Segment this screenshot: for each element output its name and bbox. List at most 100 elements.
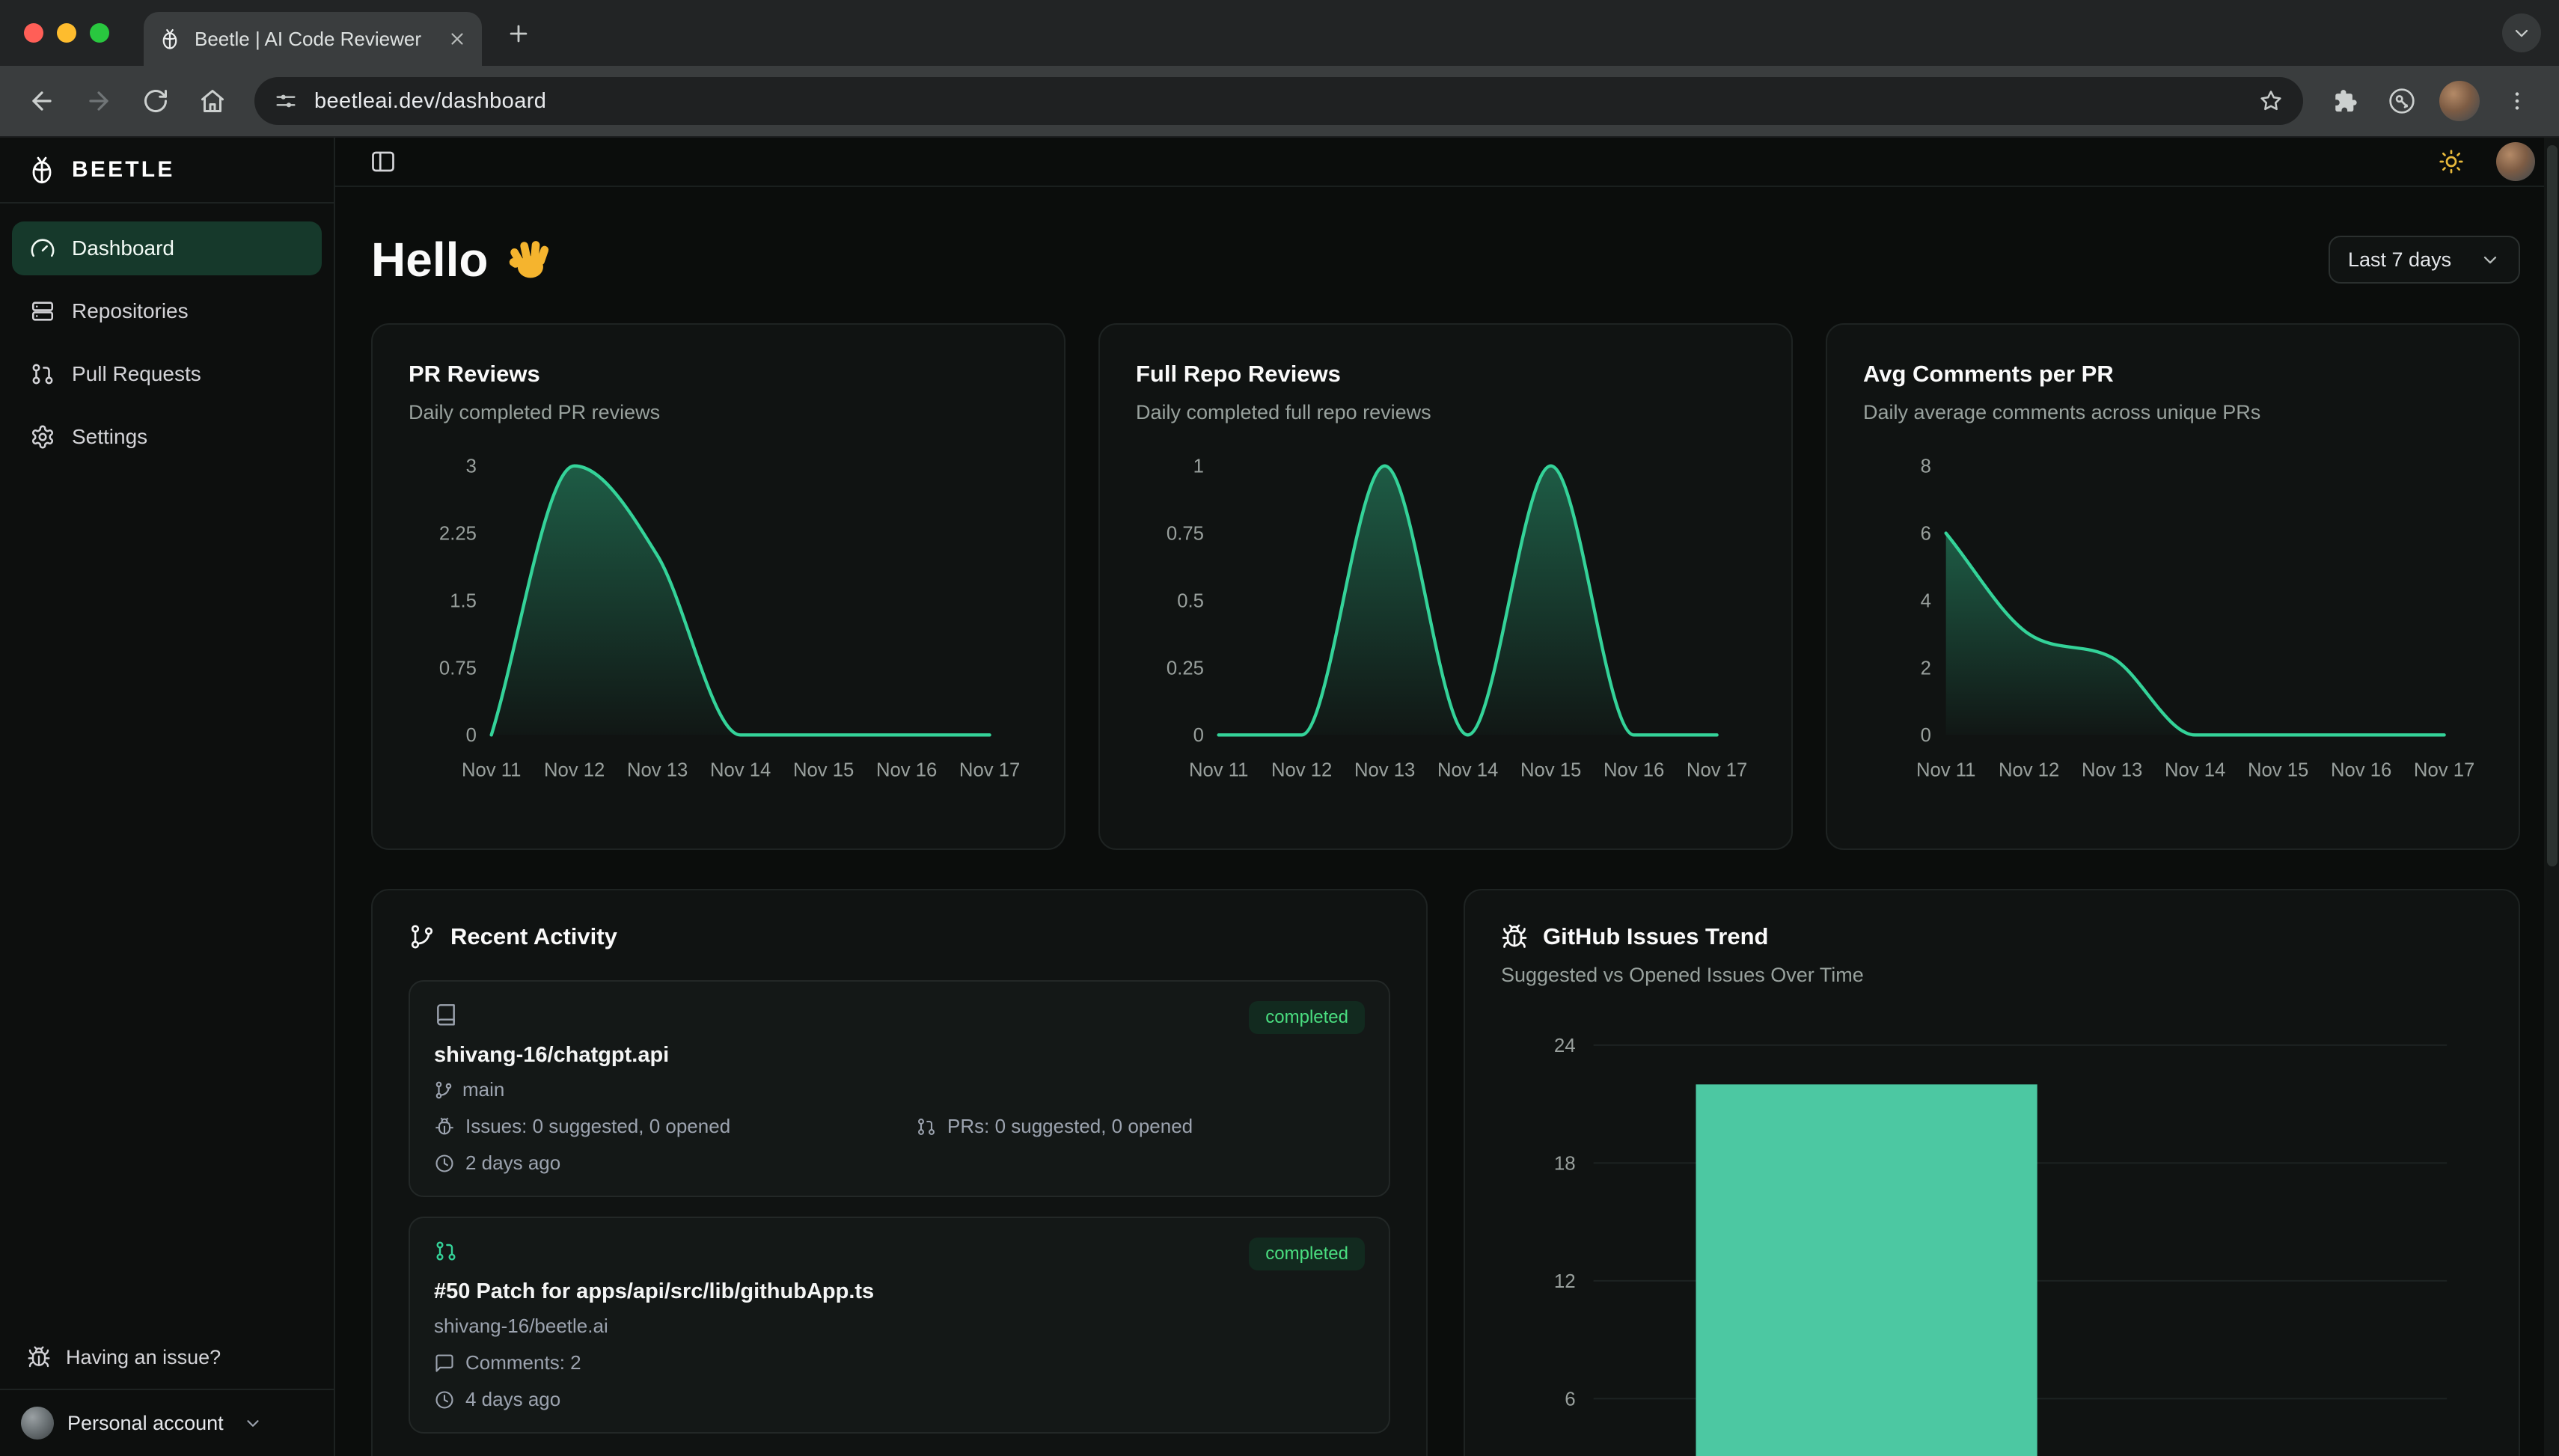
- card-subtitle: Daily average comments across unique PRs: [1863, 401, 2483, 424]
- avg-comments-chart: 02468Nov 11Nov 12Nov 13Nov 14Nov 15Nov 1…: [1863, 445, 2483, 788]
- beetle-favicon-icon: [159, 28, 181, 50]
- browser-profile-avatar[interactable]: [2439, 81, 2480, 121]
- svg-text:Nov 16: Nov 16: [876, 760, 937, 781]
- window-controls: [24, 23, 109, 43]
- account-label: Personal account: [67, 1412, 224, 1435]
- browser-tab[interactable]: Beetle | AI Code Reviewer: [144, 12, 482, 66]
- minimize-window-button[interactable]: [57, 23, 76, 43]
- git-branch-icon: [409, 923, 435, 950]
- sidebar-item-repositories[interactable]: Repositories: [12, 284, 322, 338]
- clock-icon: [434, 1389, 455, 1410]
- svg-text:1: 1: [1193, 456, 1204, 477]
- tab-search-chevron-icon[interactable]: [2502, 13, 2541, 52]
- gauge-icon: [30, 236, 55, 261]
- gear-icon: [30, 424, 55, 450]
- svg-text:Nov 12: Nov 12: [1271, 760, 1332, 781]
- repo-name: shivang-16/beetle.ai: [434, 1315, 608, 1338]
- svg-text:0.25: 0.25: [1167, 658, 1204, 679]
- tab-title: Beetle | AI Code Reviewer: [195, 28, 434, 51]
- svg-text:Nov 17: Nov 17: [959, 760, 1020, 781]
- scrollbar[interactable]: [2544, 138, 2559, 1456]
- new-tab-button[interactable]: [506, 21, 531, 46]
- svg-text:2.25: 2.25: [439, 523, 477, 544]
- sidebar-toggle-icon[interactable]: [359, 138, 407, 186]
- close-window-button[interactable]: [24, 23, 43, 43]
- svg-text:Nov 15: Nov 15: [793, 760, 854, 781]
- repositories-icon: [30, 299, 55, 324]
- pull-request-icon: [434, 1239, 458, 1263]
- pull-request-icon: [30, 361, 55, 387]
- timestamp: 4 days ago: [465, 1388, 560, 1411]
- svg-text:4: 4: [1921, 590, 1931, 611]
- svg-text:24: 24: [1554, 1036, 1576, 1056]
- svg-text:Nov 13: Nov 13: [2082, 760, 2142, 781]
- password-manager-icon[interactable]: [2375, 74, 2429, 128]
- card-title: GitHub Issues Trend: [1543, 923, 1768, 950]
- activity-item-repo[interactable]: completed shivang-16/chatgpt.api main: [409, 980, 1390, 1197]
- theme-toggle-sun-icon[interactable]: [2427, 138, 2475, 186]
- sidebar-item-pull-requests[interactable]: Pull Requests: [12, 347, 322, 401]
- card-subtitle: Daily completed PR reviews: [409, 401, 1028, 424]
- site-info-icon[interactable]: [274, 89, 298, 113]
- pr-reviews-card: PR Reviews Daily completed PR reviews 00…: [371, 323, 1066, 850]
- browser-menu-icon[interactable]: [2490, 74, 2544, 128]
- url-bar[interactable]: beetleai.dev/dashboard: [254, 77, 2303, 125]
- timestamp: 2 days ago: [465, 1151, 560, 1175]
- chevron-down-icon: [243, 1413, 263, 1433]
- avg-comments-card: Avg Comments per PR Daily average commen…: [1826, 323, 2520, 850]
- back-icon[interactable]: [15, 74, 69, 128]
- card-title: Full Repo Reviews: [1136, 361, 1755, 388]
- svg-text:2: 2: [1921, 658, 1931, 679]
- card-subtitle: Daily completed full repo reviews: [1136, 401, 1755, 424]
- date-range-select[interactable]: Last 7 days: [2329, 236, 2520, 284]
- svg-text:6: 6: [1565, 1389, 1575, 1410]
- activity-item-pr[interactable]: completed #50 Patch for apps/api/src/lib…: [409, 1217, 1390, 1434]
- user-avatar[interactable]: [2496, 142, 2535, 181]
- clock-icon: [434, 1153, 455, 1174]
- extensions-icon[interactable]: [2318, 74, 2372, 128]
- forward-icon[interactable]: [72, 74, 126, 128]
- issues-icon: [434, 1116, 455, 1137]
- svg-text:8: 8: [1921, 456, 1931, 477]
- pr-reviews-chart: 00.751.52.253Nov 11Nov 12Nov 13Nov 14Nov…: [409, 445, 1028, 788]
- recent-activity-card: Recent Activity completed shivang-16/cha…: [371, 889, 1428, 1456]
- url-text: beetleai.dev/dashboard: [314, 89, 546, 114]
- bug-icon: [1501, 923, 1528, 950]
- nav-label: Repositories: [72, 299, 189, 323]
- svg-text:Nov 11: Nov 11: [1916, 760, 1975, 781]
- comments-icon: [434, 1353, 455, 1374]
- svg-text:Nov 15: Nov 15: [2248, 760, 2308, 781]
- activity-title: #50 Patch for apps/api/src/lib/githubApp…: [434, 1279, 1365, 1304]
- svg-text:Nov 11: Nov 11: [1189, 760, 1248, 781]
- scrollbar-thumb[interactable]: [2547, 145, 2558, 866]
- branch-name: main: [462, 1078, 504, 1101]
- svg-text:Nov 16: Nov 16: [2331, 760, 2391, 781]
- bookmark-star-icon[interactable]: [2258, 88, 2284, 114]
- tab-close-icon[interactable]: [447, 29, 467, 49]
- sidebar-nav: Dashboard Repositories Pull Requests Set…: [0, 204, 334, 482]
- sidebar-item-settings[interactable]: Settings: [12, 410, 322, 464]
- svg-text:Nov 12: Nov 12: [544, 760, 605, 781]
- sidebar-item-dashboard[interactable]: Dashboard: [12, 221, 322, 275]
- brand-text: BEETLE: [72, 157, 175, 183]
- svg-text:Nov 15: Nov 15: [1520, 760, 1581, 781]
- help-label: Having an issue?: [66, 1346, 221, 1369]
- bug-icon: [27, 1345, 51, 1369]
- refresh-icon[interactable]: [129, 74, 183, 128]
- svg-text:0: 0: [1921, 725, 1931, 746]
- svg-text:Nov 14: Nov 14: [1437, 760, 1498, 781]
- svg-text:Nov 13: Nov 13: [627, 760, 688, 781]
- full-repo-reviews-chart: 00.250.50.751Nov 11Nov 12Nov 13Nov 14Nov…: [1136, 445, 1755, 788]
- fullscreen-window-button[interactable]: [90, 23, 109, 43]
- brand: BEETLE: [0, 138, 334, 204]
- comments-stat: Comments: 2: [465, 1351, 581, 1374]
- git-branch-icon: [434, 1080, 453, 1100]
- home-icon[interactable]: [186, 74, 239, 128]
- prs-stat: PRs: 0 suggested, 0 opened: [947, 1115, 1193, 1138]
- svg-text:Nov 13: Nov 13: [1354, 760, 1415, 781]
- page-greeting: Hello: [371, 232, 554, 287]
- card-title: Recent Activity: [450, 923, 617, 950]
- account-switcher[interactable]: Personal account: [0, 1389, 334, 1456]
- issues-stat: Issues: 0 suggested, 0 opened: [465, 1115, 730, 1138]
- having-an-issue-link[interactable]: Having an issue?: [0, 1326, 334, 1389]
